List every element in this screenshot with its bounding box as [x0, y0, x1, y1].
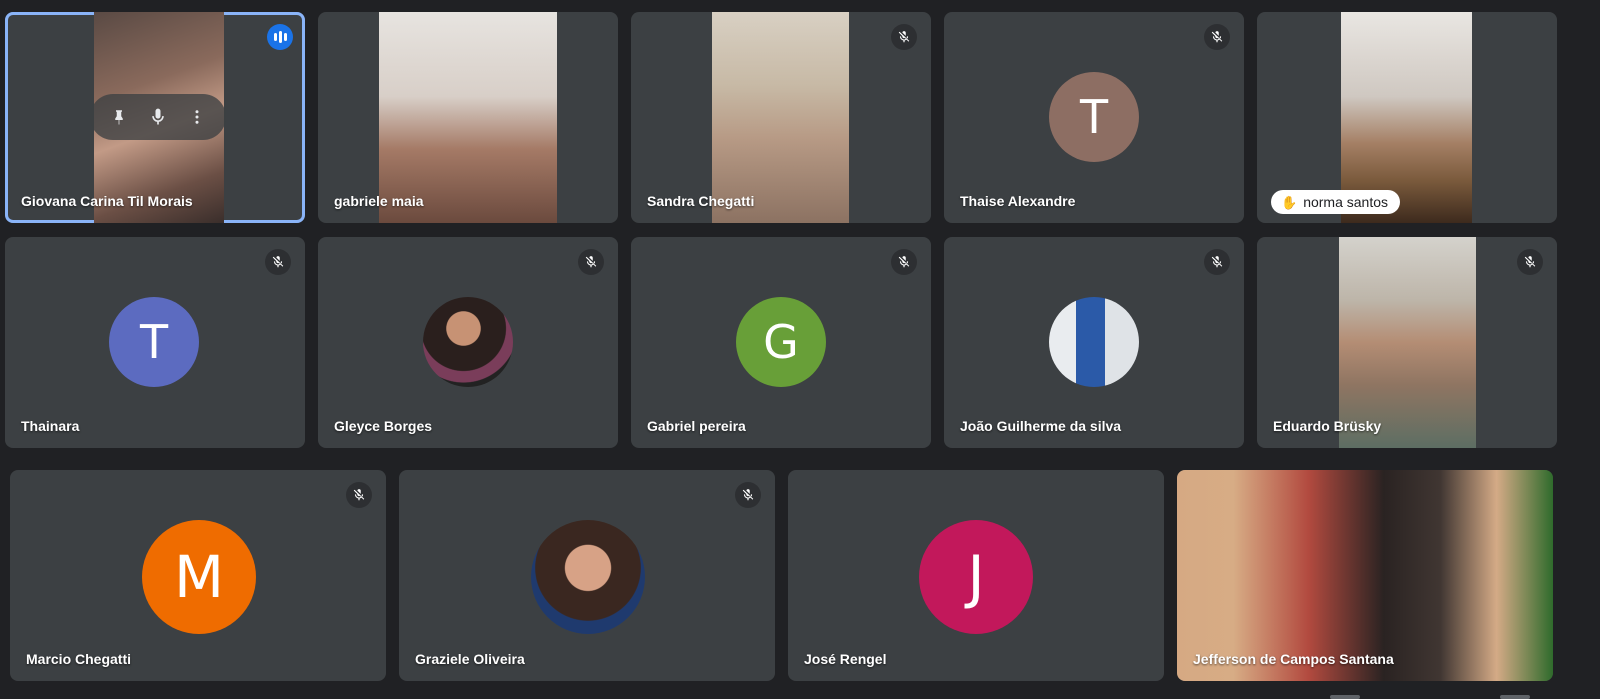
mic-off-icon	[1517, 249, 1543, 275]
mic-off-icon	[265, 249, 291, 275]
speaking-indicator-icon	[267, 24, 293, 50]
participant-tile[interactable]: T Thaise Alexandre	[944, 12, 1244, 223]
participant-name: Giovana Carina Til Morais	[21, 193, 193, 209]
participant-video	[379, 12, 557, 223]
mic-off-icon	[891, 249, 917, 275]
participant-name: Gleyce Borges	[334, 418, 433, 434]
participant-name: Thainara	[21, 418, 80, 434]
participant-tile[interactable]: Eduardo Brüsky	[1257, 237, 1557, 448]
participant-photo-avatar	[423, 297, 513, 387]
participant-initial-avatar: G	[736, 297, 826, 387]
participant-photo-avatar	[1049, 297, 1139, 387]
pin-icon[interactable]	[101, 99, 137, 135]
more-vert-icon[interactable]	[179, 99, 215, 135]
participant-tile[interactable]: Gleyce Borges	[318, 237, 618, 448]
participant-video	[1339, 237, 1476, 448]
participant-name: Sandra Chegatti	[647, 193, 755, 209]
participant-initial-avatar: J	[919, 520, 1033, 634]
hand-raised-icon: ✋	[1281, 194, 1298, 210]
participant-video	[712, 12, 849, 223]
grid-scrollbar[interactable]	[1330, 695, 1360, 699]
participant-tile[interactable]: Giovana Carina Til Morais	[5, 12, 305, 223]
participant-initial-avatar: T	[1049, 72, 1139, 162]
mic-off-icon	[346, 482, 372, 508]
participant-tile[interactable]: ✋ norma santos	[1257, 12, 1557, 223]
participant-photo-avatar	[531, 520, 645, 634]
participant-name: Gabriel pereira	[647, 418, 746, 434]
mic-off-icon	[1204, 249, 1230, 275]
participant-name: gabriele maia	[334, 193, 424, 209]
participant-tile[interactable]: Sandra Chegatti	[631, 12, 931, 223]
participant-tile[interactable]: G Gabriel pereira	[631, 237, 931, 448]
participant-name: Marcio Chegatti	[26, 651, 132, 667]
participant-video	[1177, 470, 1553, 681]
tile-hover-controls	[90, 94, 226, 140]
participant-tile[interactable]: Graziele Oliveira	[399, 470, 775, 681]
mic-off-icon	[578, 249, 604, 275]
participant-tile[interactable]: Jefferson de Campos Santana	[1177, 470, 1553, 681]
participant-name: Jefferson de Campos Santana	[1193, 651, 1394, 667]
participant-name: norma santos	[1303, 194, 1389, 210]
participant-name: João Guilherme da silva	[960, 418, 1122, 434]
participant-name: Thaise Alexandre	[960, 193, 1076, 209]
participant-name: Eduardo Brüsky	[1273, 418, 1382, 434]
mic-off-icon	[735, 482, 761, 508]
participant-tile[interactable]: M Marcio Chegatti	[10, 470, 386, 681]
mic-off-icon	[891, 24, 917, 50]
participant-name: José Rengel	[804, 651, 887, 667]
participant-tile[interactable]: gabriele maia	[318, 12, 618, 223]
participant-initial-avatar: T	[109, 297, 199, 387]
mic-off-icon	[1204, 24, 1230, 50]
participant-tile[interactable]: João Guilherme da silva	[944, 237, 1244, 448]
participant-initial-avatar: M	[142, 520, 256, 634]
participant-tile[interactable]: T Thainara	[5, 237, 305, 448]
participant-tile[interactable]: J José Rengel	[788, 470, 1164, 681]
participant-name: Graziele Oliveira	[415, 651, 525, 667]
microphone-icon[interactable]	[140, 99, 176, 135]
participant-name-badge: ✋ norma santos	[1271, 190, 1401, 214]
grid-scrollbar[interactable]	[1500, 695, 1530, 699]
